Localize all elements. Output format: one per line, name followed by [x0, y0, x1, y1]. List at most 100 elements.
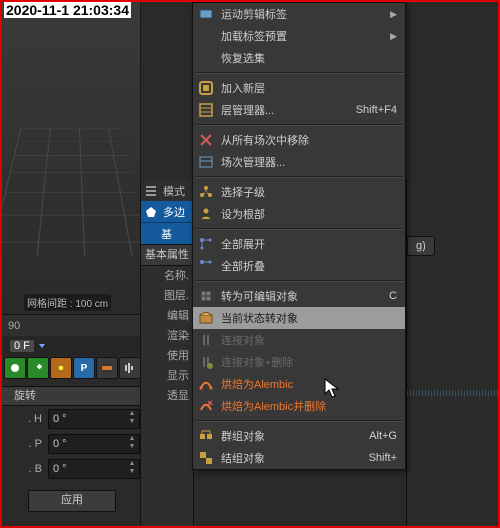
basic-properties-header: 基本属性 [141, 244, 193, 266]
base-tab[interactable]: 基 [141, 222, 193, 244]
menu-item[interactable]: 加入新层 [193, 77, 405, 99]
attr-edit-label: 编辑 [141, 306, 193, 326]
menu-separator [195, 176, 403, 178]
dropdown-arrow-icon [37, 341, 47, 351]
menu-item[interactable]: 烘焙为Alembic并删除 [193, 395, 405, 417]
menu-item[interactable]: 结组对象 Shift+ [193, 447, 405, 469]
input-label-b: . B [2, 463, 48, 475]
input-row: . P 0 °▲▼ [2, 433, 140, 455]
menu-item-icon [197, 5, 215, 23]
attr-name-label: 名称. [141, 266, 193, 286]
hamburger-icon [145, 185, 159, 197]
menu-item[interactable]: 层管理器... Shift+F4 [193, 99, 405, 121]
attribute-side-column: 模式 多边 基 基本属性 名称. 图层. 编辑 渲染 使用 显示 透显 [140, 180, 194, 526]
menu-item-shortcut: Shift+ [369, 452, 397, 464]
menu-item-icon [197, 331, 215, 349]
record-button[interactable] [4, 357, 26, 379]
menu-item-icon [197, 153, 215, 171]
attr-use-label: 使用 [141, 346, 193, 366]
timeline-strip[interactable]: 90 [2, 314, 146, 338]
menu-item-shortcut: Alt+G [369, 430, 397, 442]
menu-item-label: 加载标签预置 [221, 28, 384, 44]
film-button[interactable] [96, 357, 118, 379]
current-frame: 0 F [10, 340, 34, 352]
menu-item-label: 场次管理器... [221, 154, 397, 170]
menu-item-label: 设为根部 [221, 206, 397, 222]
menu-item-shortcut: C [389, 290, 397, 302]
menu-item[interactable]: 全部折叠 [193, 255, 405, 277]
input-field-h[interactable]: 0 °▲▼ [48, 409, 140, 429]
input-label-h: . H [2, 413, 48, 425]
object-tag-tab[interactable]: g) [407, 236, 435, 256]
menu-item[interactable]: 恢复选集 [193, 47, 405, 69]
rotation-inputs: . H 0 °▲▼ . P 0 °▲▼ . B 0 °▲▼ [2, 408, 140, 483]
menu-separator [195, 420, 403, 422]
polygon-icon [145, 206, 159, 218]
menu-item-label: 结组对象 [221, 450, 363, 466]
menu-item: 连接对象+删除 [193, 351, 405, 373]
autokey-button[interactable] [50, 357, 72, 379]
context-menu: 运动剪辑标签 ▶ 加载标签预置 ▶ 恢复选集加入新层层管理器... Shift+F4 从所有… [192, 2, 406, 470]
menu-item-label: 加入新层 [221, 80, 397, 96]
input-label-p: . P [2, 438, 48, 450]
menu-item-icon [197, 449, 215, 467]
menu-item-label: 运动剪辑标签 [221, 6, 384, 22]
menu-item[interactable]: 加载标签预置 ▶ [193, 25, 405, 47]
rotation-panel-header: 旋转 [2, 386, 152, 406]
viewport-3d[interactable] [2, 2, 141, 308]
menu-item-label: 选择子级 [221, 184, 397, 200]
menu-item[interactable]: 运动剪辑标签 ▶ [193, 3, 405, 25]
menu-item[interactable]: 烘焙为Alembic [193, 373, 405, 395]
menu-item-icon [197, 235, 215, 253]
key-button[interactable] [27, 357, 49, 379]
menu-item-icon [197, 101, 215, 119]
sound-button[interactable] [119, 357, 141, 379]
polygon-tab[interactable]: 多边 [141, 201, 193, 222]
menu-item-icon [197, 257, 215, 275]
menu-item[interactable]: 全部展开 [193, 233, 405, 255]
input-row: . H 0 °▲▼ [2, 408, 140, 430]
submenu-arrow-icon: ▶ [390, 31, 397, 42]
menu-separator [195, 72, 403, 74]
menu-item-icon [197, 183, 215, 201]
menu-item-icon [197, 79, 215, 97]
apply-button[interactable]: 应用 [28, 490, 116, 512]
menu-item-label: 层管理器... [221, 102, 350, 118]
menu-item-label: 群组对象 [221, 428, 363, 444]
menu-item-shortcut: Shift+F4 [356, 104, 397, 116]
menu-item[interactable]: 选择子级 [193, 181, 405, 203]
menu-item-icon [197, 427, 215, 445]
menu-item-icon [197, 27, 215, 45]
menu-item[interactable]: 从所有场次中移除 [193, 129, 405, 151]
p-toggle-button[interactable]: P [73, 357, 95, 379]
frame-counter: 0 F [2, 336, 148, 356]
attr-layer-label: 图层. [141, 286, 193, 306]
object-manager-panel: g) [406, 180, 500, 526]
input-field-p[interactable]: 0 °▲▼ [48, 434, 140, 454]
menu-item[interactable]: 设为根部 [193, 203, 405, 225]
menu-item-icon [197, 375, 215, 393]
menu-item[interactable]: 转为可编辑对象 C [193, 285, 405, 307]
timeline-strip-right [407, 390, 500, 396]
polygon-tab-label: 多边 [163, 204, 185, 220]
menu-item-icon [197, 353, 215, 371]
submenu-arrow-icon: ▶ [390, 9, 397, 20]
menu-item-label: 连接对象 [221, 332, 397, 348]
menu-item-label: 当前状态转对象 [221, 310, 397, 326]
p-icon-letter: P [81, 363, 88, 374]
menu-separator [195, 124, 403, 126]
input-field-b[interactable]: 0 °▲▼ [48, 459, 140, 479]
menu-item[interactable]: 场次管理器... [193, 151, 405, 173]
menu-item[interactable]: 群组对象 Alt+G [193, 425, 405, 447]
base-tab-label: 基 [161, 226, 172, 242]
grid-spacing-label: 网格间距 : 100 cm [24, 294, 111, 311]
mode-tab-label: 模式 [163, 183, 185, 199]
menu-item[interactable]: 当前状态转对象 [193, 307, 405, 329]
menu-item-label: 转为可编辑对象 [221, 288, 383, 304]
menu-item-label: 连接对象+删除 [221, 354, 397, 370]
menu-item-label: 全部折叠 [221, 258, 397, 274]
menu-item-label: 烘焙为Alembic并删除 [221, 398, 397, 414]
menu-item-label: 烘焙为Alembic [221, 376, 397, 392]
mode-tab[interactable]: 模式 [141, 180, 193, 201]
menu-item-label: 恢复选集 [221, 50, 397, 66]
